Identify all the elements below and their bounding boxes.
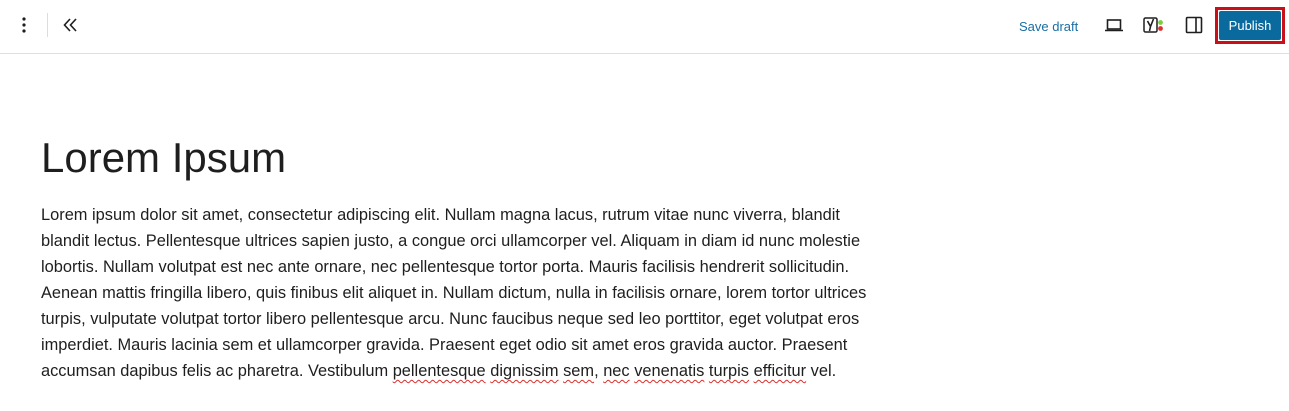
laptop-icon: [1105, 19, 1123, 32]
misspelled-word: nec: [603, 362, 630, 380]
body-text: ,: [594, 362, 604, 380]
collapse-toolbar-button[interactable]: [54, 9, 86, 41]
misspelled-word: dignissim: [490, 362, 559, 380]
editor-header: Save draft Publish: [0, 0, 1289, 54]
paragraph-block[interactable]: Lorem ipsum dolor sit amet, consectetur …: [41, 202, 871, 384]
preview-button[interactable]: [1098, 9, 1130, 41]
publish-highlight: Publish: [1215, 7, 1285, 44]
misspelled-word: pellentesque: [392, 362, 486, 380]
sidebar-panel-icon: [1185, 16, 1203, 34]
vertical-ellipsis-icon: [22, 17, 26, 33]
misspelled-word: sem: [563, 362, 595, 380]
toolbar-divider: [47, 13, 48, 37]
yoast-seo-icon: [1143, 17, 1163, 33]
publish-button[interactable]: Publish: [1219, 11, 1281, 40]
misspelled-word: turpis: [708, 362, 750, 380]
yoast-seo-button[interactable]: [1138, 9, 1170, 41]
options-menu-button[interactable]: [8, 9, 40, 41]
misspelled-word: venenatis: [634, 362, 705, 380]
settings-sidebar-button[interactable]: [1178, 9, 1210, 41]
misspelled-word: efficitur: [753, 362, 807, 380]
body-text: Lorem ipsum dolor sit amet, consectetur …: [41, 206, 867, 380]
editor-canvas: Lorem Ipsum Lorem ipsum dolor sit amet, …: [41, 132, 871, 400]
double-chevron-left-icon: [63, 18, 77, 32]
post-title[interactable]: Lorem Ipsum: [41, 132, 871, 184]
save-draft-button[interactable]: Save draft: [1011, 14, 1086, 38]
body-text: vel.: [806, 362, 837, 380]
